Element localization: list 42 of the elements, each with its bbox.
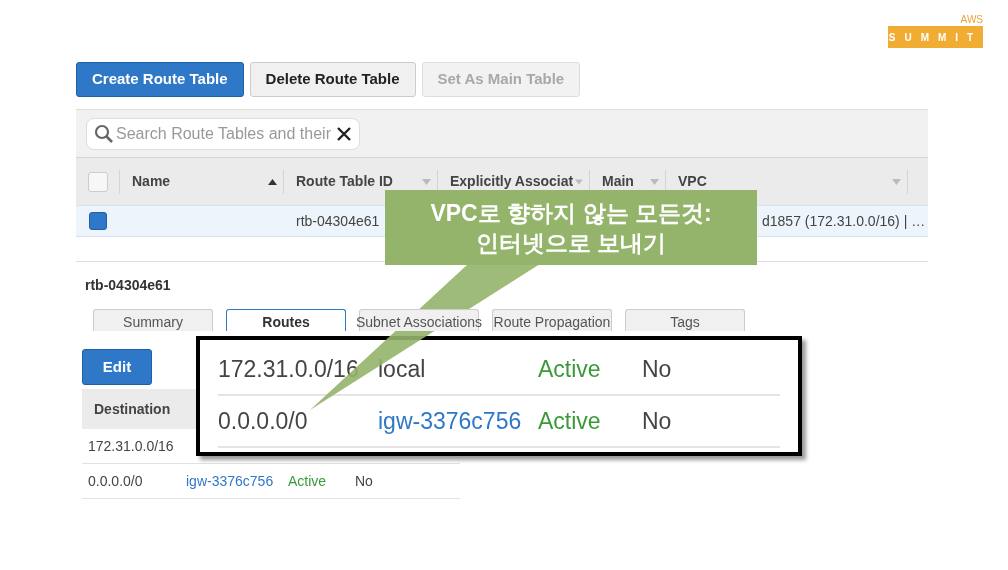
link[interactable]: igw-3376c756 [378,407,522,434]
table-cell: No [642,355,672,382]
search-icon [94,123,114,144]
column-header[interactable]: VPC [678,171,707,192]
tab[interactable]: Tags [625,309,745,331]
table-cell: 172.31.0.0/16 [88,437,174,454]
close-icon[interactable] [336,125,352,142]
edit-button[interactable]: Edit [82,349,152,385]
callout-text: 인터넷으로 보내기 [475,228,667,258]
logo-badge: SUMMIT [888,26,983,48]
table-cell: No [642,407,672,434]
column-header[interactable]: Route Table ID [296,171,393,192]
table-cell: 0.0.0.0/0 [218,407,308,434]
logo-small-text: AWS [960,14,983,26]
sort-ascending-icon[interactable] [268,178,277,185]
status-text: Active [538,407,601,434]
search-field[interactable]: Search Route Tables and their [86,117,360,150]
status-text: Active [538,355,601,382]
tab[interactable]: Route Propagation [492,309,612,331]
checkbox[interactable] [89,212,107,230]
column-header[interactable]: Name [132,171,171,192]
caret-icon[interactable] [892,178,901,185]
table-cell: d1857 (172.31.0.0/16) | … [762,213,926,229]
create-button[interactable]: Create Route Table [76,62,244,97]
callout-text: VPC로 향하지 않는 모든것: [430,198,712,228]
column-header[interactable]: Main [602,171,634,192]
table-cell: 0.0.0.0/0 [88,472,143,489]
link[interactable]: igw-3376c756 [186,472,274,489]
caret-icon[interactable] [575,178,583,185]
tab[interactable]: Summary [93,309,213,331]
detail-title: rtb-04304e61 [85,276,171,295]
toolbar-button[interactable]: Delete Route Table [249,62,416,97]
tab[interactable]: Routes [226,309,346,331]
table-cell: 172.31.0.0/16 [218,355,359,382]
column-header[interactable]: Destination [82,398,184,420]
table-cell: local [378,355,426,382]
table-cell: No [355,472,373,489]
status-text: Active [288,472,327,489]
caret-icon[interactable] [650,178,659,185]
table-cell: rtb-04304e61 [296,213,380,229]
caret-icon[interactable] [422,178,431,185]
column-header[interactable]: Explicitly Associat [450,171,574,192]
